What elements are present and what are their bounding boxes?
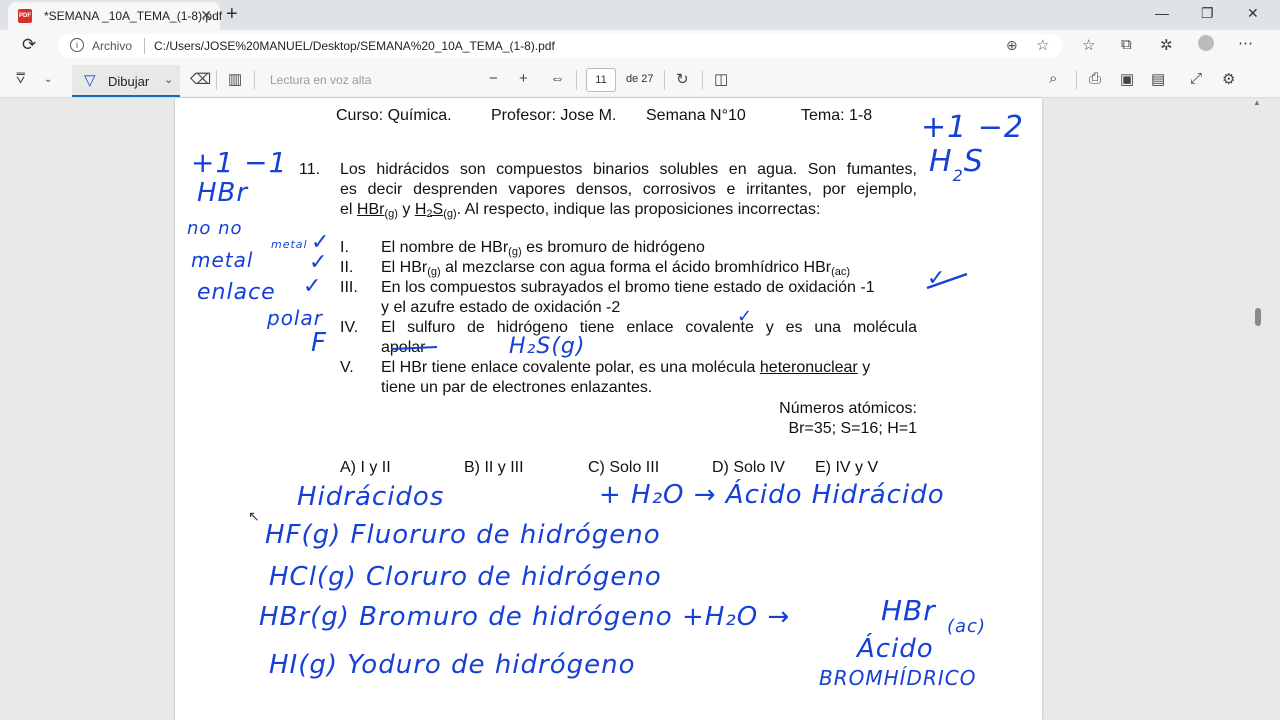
close-window-icon[interactable]: ✕ — [1247, 5, 1259, 22]
draw-label: Dibujar — [108, 74, 150, 89]
highlight-chevron-icon[interactable]: ⌄ — [44, 74, 52, 85]
two-page-icon[interactable]: ◫ — [714, 70, 728, 88]
toolbar-divider — [1076, 70, 1077, 90]
chevron-down-icon[interactable]: ⌄ — [164, 73, 173, 86]
collections-icon[interactable]: ⧉ — [1121, 36, 1132, 53]
toolbar-divider — [702, 70, 703, 90]
favorites-icon[interactable]: ☆ — [1082, 36, 1095, 54]
pdf-file-icon: PDF — [18, 9, 32, 23]
zoom-in-icon[interactable]: + — [519, 70, 528, 87]
tab-pdf[interactable]: PDF *SEMANA _10A_TEMA_(1-8).pdf ✕ — [8, 2, 223, 30]
address-bar: ⟳ i Archivo C:/Users/JOSE%20MANUEL/Deskt… — [0, 30, 1280, 62]
eraser-icon[interactable]: ⌫ — [190, 70, 211, 88]
tab-bar: PDF *SEMANA _10A_TEMA_(1-8).pdf ✕ + — ❐ … — [0, 0, 1280, 30]
print-icon[interactable]: ⎙ — [1089, 70, 1101, 87]
scroll-up-icon[interactable]: ▲ — [1253, 98, 1261, 107]
strike-stroke — [390, 346, 438, 350]
search-icon[interactable]: ⌕ — [1049, 70, 1057, 87]
save-as-icon[interactable]: ▤ — [1151, 70, 1165, 88]
add-favorite-icon[interactable]: ☆ — [1036, 36, 1049, 54]
pdf-viewer[interactable]: Curso: Química. Profesor: Jose M. Semana… — [0, 98, 1280, 720]
toolbar-divider — [216, 70, 217, 90]
tab-title: *SEMANA _10A_TEMA_(1-8).pdf — [44, 9, 223, 23]
toolbar-divider — [576, 70, 577, 90]
settings-icon[interactable]: ⚙ — [1222, 70, 1235, 88]
zoom-icon[interactable]: ⊕ — [1006, 37, 1018, 54]
vertical-scrollbar[interactable]: ▲ — [1250, 98, 1262, 720]
pdf-page: Curso: Química. Profesor: Jose M. Semana… — [175, 98, 1042, 720]
info-icon[interactable]: i — [70, 38, 84, 52]
url-text: C:/Users/JOSE%20MANUEL/Desktop/SEMANA%20… — [154, 39, 555, 53]
avatar[interactable] — [1198, 35, 1214, 51]
new-tab-icon[interactable]: + — [226, 3, 238, 26]
save-icon[interactable]: ▣ — [1120, 70, 1134, 88]
mouse-cursor-icon: ↖ — [248, 508, 260, 524]
toolbar-divider — [254, 70, 255, 90]
fullscreen-icon[interactable]: ⤢ — [1190, 70, 1202, 87]
extensions-icon[interactable]: ✲ — [1160, 36, 1173, 54]
file-label: Archivo — [92, 39, 133, 53]
zoom-out-icon[interactable]: − — [489, 70, 498, 87]
rotate-icon[interactable]: ↻ — [676, 70, 689, 88]
close-tab-icon[interactable]: ✕ — [200, 7, 212, 24]
minimize-icon[interactable]: — — [1155, 5, 1169, 21]
pdf-toolbar: ⩢ ⌄ ▽ Dibujar ⌄ ⌫ ▥ Lectura en voz alta … — [0, 62, 1280, 98]
page-count: de 27 — [626, 73, 654, 85]
maximize-icon[interactable]: ❐ — [1201, 5, 1214, 22]
url-field[interactable]: i Archivo C:/Users/JOSE%20MANUEL/Desktop… — [58, 34, 1063, 58]
reload-icon[interactable]: ⟳ — [22, 35, 36, 55]
more-options-icon[interactable]: ⋯ — [1238, 34, 1253, 52]
highlight-icon[interactable]: ⩢ — [16, 70, 25, 87]
read-aloud-button[interactable]: Lectura en voz alta — [270, 73, 371, 87]
scroll-thumb[interactable] — [1255, 308, 1261, 326]
page-number-input[interactable]: 11 — [586, 68, 616, 92]
address-divider — [144, 38, 145, 54]
pen-icon: ▽ — [84, 72, 96, 89]
fit-page-icon[interactable]: ⇔ — [550, 70, 565, 87]
toolbar-divider — [664, 70, 665, 90]
annotation-strokes — [390, 272, 968, 350]
arrow-stroke — [926, 272, 968, 290]
page-view-icon[interactable]: ▥ — [228, 70, 242, 88]
draw-button[interactable]: ▽ Dibujar ⌄ — [72, 65, 180, 97]
